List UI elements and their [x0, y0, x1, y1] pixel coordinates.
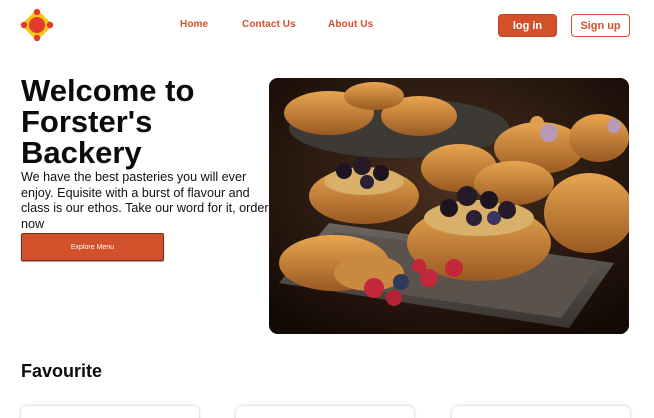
bakery-logo[interactable]	[20, 8, 54, 42]
signup-button[interactable]: Sign up	[571, 14, 630, 37]
nav-home-link[interactable]: Home	[180, 19, 208, 30]
favourite-section-title: Favourite	[21, 361, 103, 381]
nav-contact-link[interactable]: Contact Us	[242, 19, 296, 30]
favourite-card[interactable]	[21, 406, 199, 418]
favourite-card[interactable]	[236, 406, 414, 418]
nav-about-link[interactable]: About Us	[328, 19, 373, 30]
hero-pastries-image	[269, 78, 629, 334]
login-button[interactable]: log in	[498, 14, 557, 37]
favourite-card[interactable]	[452, 406, 630, 418]
explore-menu-button[interactable]: Explore Menu	[21, 233, 164, 261]
hero-title: Welcome to Forster's Backery	[21, 73, 195, 170]
hero-description: We have the best pasteries you will ever…	[21, 170, 269, 231]
